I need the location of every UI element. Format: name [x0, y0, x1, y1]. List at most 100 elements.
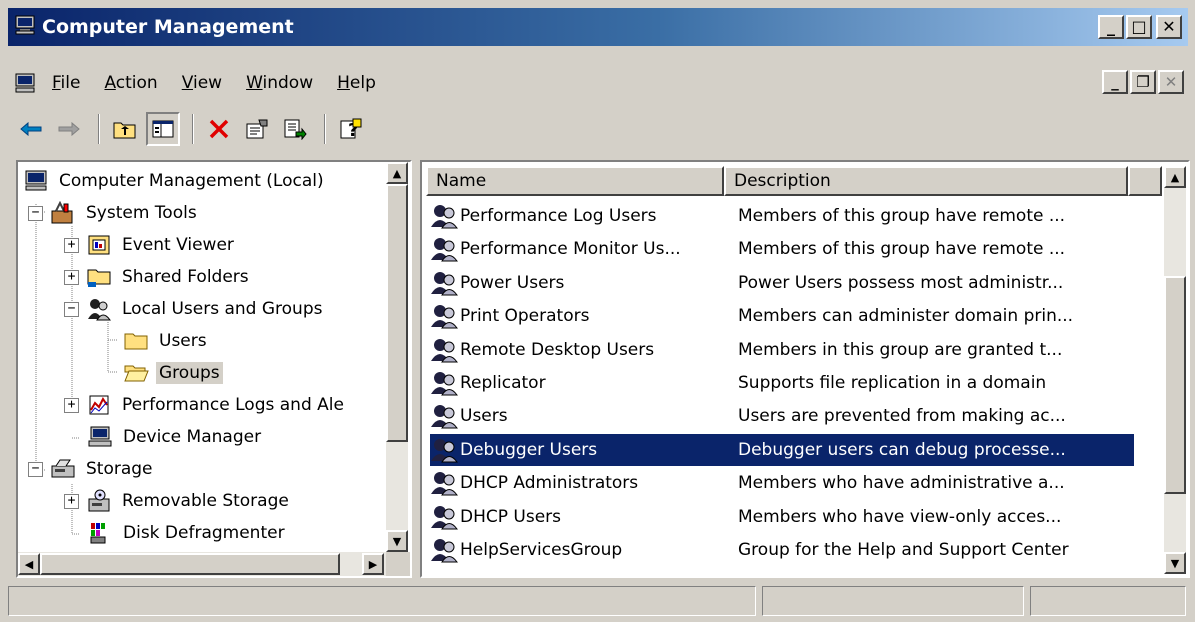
list-row[interactable]: Performance Log Users Members of this gro…: [430, 200, 1134, 232]
tree-horizontal-scrollbar[interactable]: ◀ ▶: [18, 552, 386, 576]
details-list[interactable]: Name Description Performance Log Users Me…: [420, 160, 1190, 578]
list-cell-description: Members can administer domain prin...: [738, 306, 1074, 327]
scroll-right-button[interactable]: ▶: [362, 553, 384, 575]
back-button[interactable]: [14, 112, 48, 146]
scroll-down-button[interactable]: ▼: [1164, 552, 1186, 574]
status-panel-right: [1030, 586, 1186, 616]
console-tree[interactable]: Computer Management (Local) − System Too…: [16, 160, 412, 578]
child-close-button[interactable]: ✕: [1158, 70, 1184, 94]
minimize-button[interactable]: _: [1098, 15, 1124, 39]
forward-button[interactable]: [52, 112, 86, 146]
scroll-up-button[interactable]: ▲: [386, 162, 408, 184]
scroll-thumb[interactable]: [40, 553, 340, 575]
menu-file[interactable]: File: [40, 73, 92, 93]
group-icon: [430, 236, 458, 262]
list-cell-description: Members who have administrative a...: [738, 473, 1065, 494]
scroll-down-button[interactable]: ▼: [386, 530, 408, 552]
tree-label: Computer Management (Local): [59, 171, 324, 191]
toolbar-separator: [98, 114, 100, 144]
properties-button[interactable]: [240, 112, 274, 146]
expand-toggle[interactable]: +: [64, 237, 79, 253]
show-hide-console-tree-button[interactable]: [146, 112, 180, 146]
collapse-toggle[interactable]: −: [64, 301, 79, 317]
scroll-thumb[interactable]: [386, 184, 408, 442]
list-cell-description: Members who have view-only acces...: [738, 506, 1062, 527]
group-icon: [430, 504, 458, 530]
tree-item-disk-defragmenter[interactable]: Disk Defragmenter: [86, 518, 288, 548]
list-row[interactable]: Remote Desktop Users Members in this grou…: [430, 334, 1134, 366]
tree-label: Disk Defragmenter: [123, 523, 285, 543]
list-cell-description: Users are prevented from making ac...: [738, 406, 1066, 427]
list-cell-name: DHCP Users: [430, 504, 728, 530]
performance-logs-icon: [85, 393, 113, 417]
tree-item-computer-management[interactable]: Computer Management (Local): [22, 166, 327, 196]
tree-item-groups[interactable]: Groups: [122, 358, 223, 388]
storage-icon: [49, 457, 77, 481]
help-button[interactable]: ?: [334, 112, 368, 146]
export-list-icon: [284, 119, 307, 140]
menu-action[interactable]: Action: [92, 73, 169, 93]
tree-vertical-scrollbar[interactable]: ▲ ▼: [386, 162, 408, 552]
expand-toggle[interactable]: +: [64, 493, 79, 509]
column-header-name[interactable]: Name: [426, 166, 724, 196]
list-cell-description: Members in this group are granted t...: [738, 339, 1063, 360]
tree-label: Device Manager: [123, 427, 262, 447]
tree-item-performance-logs-and-alerts[interactable]: + Performance Logs and Ale: [64, 390, 347, 420]
up-one-level-button[interactable]: [108, 112, 142, 146]
scroll-thumb[interactable]: [1164, 276, 1186, 494]
list-row[interactable]: Replicator Supports file replication in a…: [430, 367, 1134, 399]
expand-toggle[interactable]: +: [64, 269, 79, 285]
scroll-up-button[interactable]: ▲: [1164, 166, 1186, 188]
tree-item-storage[interactable]: − Storage: [28, 454, 156, 484]
list-cell-name: Replicator: [430, 370, 728, 396]
list-cell-name: Remote Desktop Users: [430, 337, 728, 363]
expand-toggle[interactable]: +: [64, 397, 79, 413]
child-restore-button[interactable]: ❐: [1130, 70, 1156, 94]
tree-label: Removable Storage: [122, 491, 289, 511]
tree-item-shared-folders[interactable]: + Shared Folders: [64, 262, 252, 292]
list-row[interactable]: DHCP Users Members who have view-only acc…: [430, 501, 1134, 533]
tree-item-system-tools[interactable]: − System Tools: [28, 198, 200, 228]
title-bar[interactable]: Computer Management _ □ ✕: [8, 8, 1188, 46]
delete-button[interactable]: [202, 112, 236, 146]
child-minimize-button[interactable]: _: [1102, 70, 1128, 94]
delete-x-icon: [209, 119, 229, 139]
group-icon: [430, 270, 458, 296]
list-row[interactable]: DHCP Administrators Members who have admi…: [430, 467, 1134, 499]
menu-view[interactable]: View: [170, 73, 234, 93]
list-vertical-scrollbar[interactable]: ▲ ▼: [1164, 166, 1186, 574]
tree-label: Users: [159, 331, 207, 351]
menu-window[interactable]: Window: [234, 73, 325, 93]
list-row[interactable]: Print Operators Members can administer do…: [430, 300, 1134, 332]
maximize-button[interactable]: □: [1126, 15, 1152, 39]
export-list-button[interactable]: [278, 112, 312, 146]
tree-item-users[interactable]: Users: [122, 326, 210, 356]
list-row[interactable]: HelpServicesGroup Group for the Help and …: [430, 534, 1134, 566]
back-arrow-icon: [20, 122, 42, 136]
status-panel-middle: [762, 586, 1024, 616]
list-row[interactable]: Users Users are prevented from making ac.…: [430, 400, 1134, 432]
toolbox-icon: [49, 201, 77, 225]
list-row[interactable]: Debugger Users Debugger users can debug p…: [429, 432, 1135, 467]
menu-help[interactable]: Help: [325, 73, 388, 93]
folder-up-icon: [113, 122, 136, 139]
help-icon: ?: [340, 118, 362, 141]
scroll-left-button[interactable]: ◀: [18, 553, 40, 575]
tree-item-event-viewer[interactable]: + Event Viewer: [64, 230, 237, 260]
tree-item-device-manager[interactable]: Device Manager: [86, 422, 264, 452]
tree-item-removable-storage[interactable]: + Removable Storage: [64, 486, 292, 516]
list-row[interactable]: Performance Monitor Us... Members of this…: [430, 233, 1134, 265]
device-manager-icon: [86, 425, 114, 449]
computer-icon[interactable]: [14, 15, 36, 40]
list-cell-description: Members of this group have remote ...: [738, 206, 1066, 226]
collapse-toggle[interactable]: −: [28, 205, 43, 221]
group-icon: [430, 337, 458, 363]
tree-item-local-users-and-groups[interactable]: − Local Users and Groups: [64, 294, 325, 324]
collapse-toggle[interactable]: −: [28, 461, 43, 477]
column-header-description[interactable]: Description: [724, 166, 1128, 196]
list-cell-name: Print Operators: [430, 303, 728, 329]
tree-label: Event Viewer: [122, 235, 234, 255]
list-row[interactable]: Power Users Power Users possess most admi…: [430, 267, 1134, 299]
close-button[interactable]: ✕: [1156, 15, 1182, 39]
computer-icon[interactable]: [14, 73, 36, 93]
